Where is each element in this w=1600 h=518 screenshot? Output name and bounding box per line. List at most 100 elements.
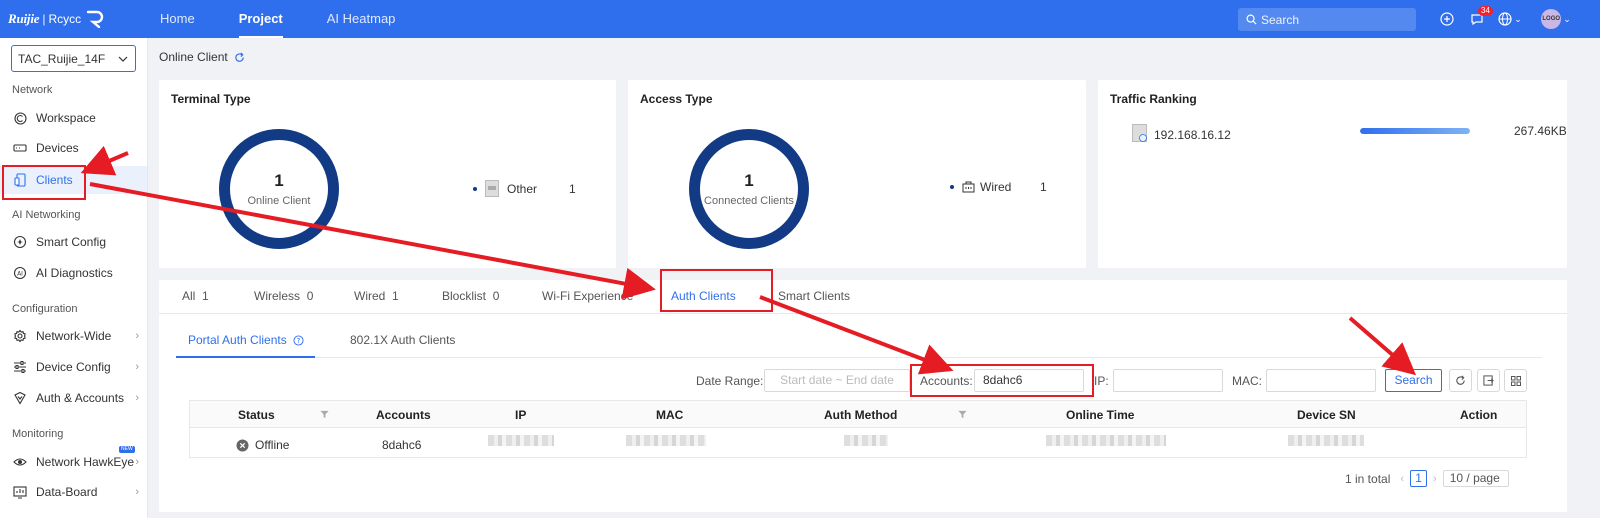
group-ai-networking: AI Networking <box>12 209 81 221</box>
sidebar-item-network-wide[interactable]: Network-Wide › <box>0 322 147 350</box>
refresh-button[interactable] <box>1449 369 1472 392</box>
search-placeholder: Search <box>1261 12 1300 27</box>
traffic-rank-row: 192.168.16.12 267.46KB <box>1132 124 1567 148</box>
chevron-down-icon: ⌄ <box>1514 13 1522 24</box>
device-other-icon <box>485 180 499 197</box>
tab-label: Blocklist <box>442 289 487 303</box>
refresh-icon <box>1456 375 1465 385</box>
page-title-text: Online Client <box>159 50 228 64</box>
client-list-card: All 1 Wireless 0 Wired 1 Blocklist 0 Wi-… <box>159 280 1567 512</box>
traffic-bar <box>1360 128 1470 134</box>
th-status: Status <box>238 408 275 422</box>
total-count: 1 in total <box>1345 471 1391 486</box>
chevron-right-icon: › <box>135 486 139 498</box>
next-page-icon[interactable]: › <box>1433 473 1437 485</box>
terminal-type-donut: 1 Online Client <box>219 129 339 249</box>
logo[interactable]: Ruijie | Rcycc <box>8 10 138 28</box>
tab-wireless[interactable]: Wireless 0 <box>254 289 313 303</box>
sidebar-item-ai-diagnostics[interactable]: AI AI Diagnostics <box>0 259 147 287</box>
tab-all[interactable]: All 1 <box>182 289 209 303</box>
sidebar-item-data-board[interactable]: Data-Board › <box>0 478 147 506</box>
annotation-box-auth-clients <box>660 269 773 312</box>
tab-label: Wireless <box>254 289 301 303</box>
status-cell: Offline <box>236 438 289 452</box>
gear-icon <box>12 328 28 344</box>
subtab-portal-auth[interactable]: Portal Auth Clients ? <box>188 333 304 347</box>
sidebar-item-label: Auth & Accounts <box>36 391 125 405</box>
donut-count: 1 <box>274 171 284 190</box>
legend-count: 1 <box>1040 180 1047 194</box>
notification-badge: 34 <box>1478 6 1493 16</box>
ai-diagnostics-icon: AI <box>12 265 28 281</box>
sidebar-item-devices[interactable]: Devices <box>0 134 147 162</box>
messages-button[interactable]: 34 <box>1462 0 1493 38</box>
sidebar-item-workspace[interactable]: Workspace <box>0 104 147 132</box>
new-tag: NEW <box>119 446 135 453</box>
sidebar-item-label: Device Config <box>36 360 111 374</box>
add-button[interactable] <box>1432 0 1462 38</box>
date-range-input[interactable]: Start date ~ End date <box>764 369 910 392</box>
search-icon <box>1246 14 1257 25</box>
ip-label: IP: <box>1094 374 1109 388</box>
columns-button[interactable] <box>1504 369 1527 392</box>
grid-icon <box>1510 375 1521 386</box>
global-search-input[interactable]: Search <box>1238 8 1416 31</box>
sidebar-item-label: Data-Board <box>36 485 98 499</box>
nav-home[interactable]: Home <box>138 0 217 38</box>
sidebar-item-device-config[interactable]: Device Config › <box>0 353 147 381</box>
chevron-right-icon: › <box>135 361 139 373</box>
th-action: Action <box>1460 408 1498 422</box>
mac-input[interactable] <box>1266 369 1376 392</box>
smart-config-icon <box>12 234 28 250</box>
tab-count: 1 <box>202 289 209 303</box>
prev-page-icon[interactable]: ‹ <box>1400 473 1404 485</box>
annotation-box-clients <box>2 165 86 200</box>
sidebar-item-network-hawkeye[interactable]: Network HawkEye NEW › <box>0 446 147 476</box>
export-icon <box>1483 375 1494 386</box>
th-device-sn: Device SN <box>1297 408 1356 422</box>
rank-ip: 192.168.16.12 <box>1154 128 1231 142</box>
access-type-card: Access Type 1 Connected Clients Wired 1 <box>628 80 1086 268</box>
ip-input[interactable] <box>1113 369 1223 392</box>
export-button[interactable] <box>1477 369 1500 392</box>
search-button[interactable]: Search <box>1385 369 1442 392</box>
subtab-label: Portal Auth Clients <box>188 333 287 347</box>
help-icon[interactable]: ? <box>293 334 304 346</box>
th-mac: MAC <box>656 408 684 422</box>
project-select-value: TAC_Ruijie_14F <box>18 51 106 66</box>
sidebar-item-label: Network-Wide <box>36 329 112 343</box>
sidebar-item-auth-accounts[interactable]: Auth & Accounts › <box>0 384 147 412</box>
tab-smart-clients[interactable]: Smart Clients <box>778 289 850 303</box>
traffic-ranking-card: Traffic Ranking 192.168.16.12 267.46KB <box>1098 80 1567 268</box>
nav-ai-heatmap[interactable]: AI Heatmap <box>305 0 418 38</box>
filter-icon[interactable] <box>320 410 329 419</box>
filter-icon[interactable] <box>958 410 967 419</box>
date-separator: ~ <box>835 373 843 387</box>
client-tabs: All 1 Wireless 0 Wired 1 Blocklist 0 Wi-… <box>159 280 1567 314</box>
refresh-icon[interactable] <box>234 51 245 63</box>
tab-count: 0 <box>306 289 314 303</box>
chevron-down-icon: ⌄ <box>1563 13 1571 24</box>
tab-wifi-experience[interactable]: Wi-Fi Experience <box>542 289 633 303</box>
user-menu[interactable]: LOGO ⌄ <box>1536 0 1576 38</box>
date-range-label: Date Range: <box>696 374 764 388</box>
sidebar-item-smart-config[interactable]: Smart Config <box>0 228 147 256</box>
tab-blocklist[interactable]: Blocklist 0 <box>442 289 499 303</box>
subtab-dot1x-auth[interactable]: 802.1X Auth Clients <box>350 333 455 347</box>
nav-project[interactable]: Project <box>217 0 305 38</box>
tab-wired[interactable]: Wired 1 <box>354 289 399 303</box>
card-title: Terminal Type <box>171 92 251 106</box>
ip-cell-redacted <box>488 435 554 446</box>
wired-icon <box>962 181 975 193</box>
sidebar-item-label: Workspace <box>36 111 96 125</box>
main-nav: Home Project AI Heatmap <box>138 0 417 38</box>
page-number[interactable]: 1 <box>1410 470 1428 487</box>
plus-circle-icon <box>1440 12 1454 26</box>
accounts-cell: 8dahc6 <box>382 438 422 452</box>
page-size-select[interactable]: 10 / page <box>1442 470 1509 487</box>
project-select[interactable]: TAC_Ruijie_14F <box>11 45 136 72</box>
chart-board-icon <box>12 484 28 500</box>
top-icons: 34 ⌄ LOGO ⌄ <box>1432 0 1576 38</box>
language-button[interactable]: ⌄ <box>1492 0 1528 38</box>
sidebar-item-label: AI Diagnostics <box>36 266 113 280</box>
